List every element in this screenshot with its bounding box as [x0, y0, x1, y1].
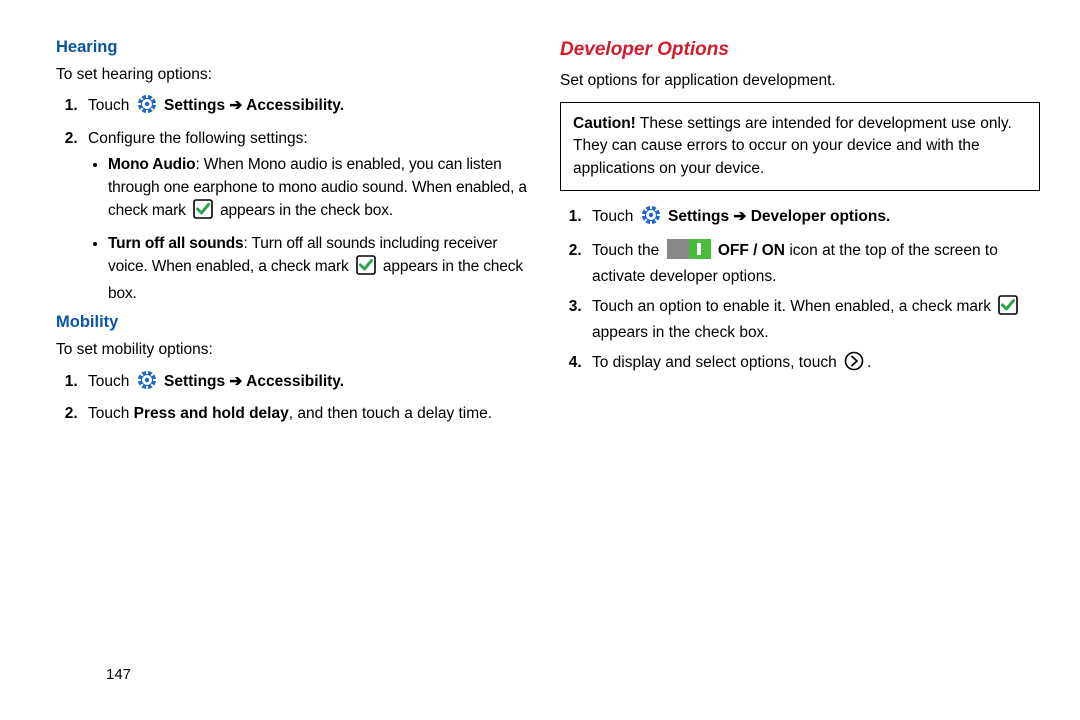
settings-gear-icon [641, 205, 661, 232]
mobility-intro: To set mobility options: [56, 339, 536, 361]
developer-options-heading: Developer Options [560, 36, 1040, 64]
bullet-label: Turn off all sounds [108, 235, 244, 252]
caution-text: These settings are intended for developm… [573, 115, 1012, 177]
hearing-bullet-sounds: Turn off all sounds: Turn off all sounds… [108, 233, 536, 305]
step-bold: Press and hold delay [134, 405, 289, 422]
settings-gear-icon [137, 94, 157, 121]
dev-step-3: Touch an option to enable it. When enabl… [586, 295, 1040, 345]
developer-intro: Set options for application development. [560, 70, 1040, 92]
developer-steps: Touch Settings ➔ Developer options. Touc… [578, 205, 1040, 378]
checkmark-icon [998, 295, 1018, 322]
page-number: 147 [106, 664, 131, 686]
step-text: Touch the [592, 242, 664, 259]
dev-step-1: Touch Settings ➔ Developer options. [586, 205, 1040, 232]
bullet-text: appears in the check box. [216, 202, 393, 219]
caution-label: Caution! [573, 115, 636, 132]
on-off-toggle-icon [667, 239, 711, 266]
step-path: Settings ➔ Accessibility. [164, 97, 344, 114]
step-text: , and then touch a delay time. [289, 405, 492, 422]
circle-arrow-icon [844, 351, 864, 378]
step-text: Configure the following settings: [88, 130, 308, 147]
settings-gear-icon [137, 370, 157, 397]
bullet-label: Mono Audio [108, 156, 195, 173]
step-text: Touch [88, 97, 134, 114]
step-path: Settings ➔ Accessibility. [164, 373, 344, 390]
hearing-step-2: Configure the following settings: Mono A… [82, 128, 536, 305]
mobility-steps: Touch Settings ➔ Accessibility. Touch Pr… [74, 370, 536, 426]
hearing-step-1: Touch Settings ➔ Accessibility. [82, 94, 536, 121]
hearing-intro: To set hearing options: [56, 64, 536, 86]
step-text: To display and select options, touch [592, 354, 841, 371]
step-text: Touch an option to enable it. When enabl… [592, 298, 995, 315]
caution-box: Caution! These settings are intended for… [560, 102, 1040, 191]
step-text: Touch [592, 208, 638, 225]
dev-step-4: To display and select options, touch . [586, 351, 1040, 378]
toggle-label: OFF / ON [718, 242, 785, 259]
checkmark-icon [193, 199, 213, 226]
right-column: Developer Options Set options for applic… [560, 36, 1040, 431]
step-text: Touch [88, 373, 134, 390]
step-text: Touch [88, 405, 134, 422]
dev-step-2: Touch the OFF / ON icon at the top of th… [586, 239, 1040, 289]
hearing-heading: Hearing [56, 36, 536, 60]
step-text: appears in the check box. [592, 324, 769, 341]
hearing-bullet-mono: Mono Audio: When Mono audio is enabled, … [108, 154, 536, 226]
hearing-steps: Touch Settings ➔ Accessibility. Configur… [74, 94, 536, 305]
step-path: Settings ➔ Developer options. [668, 208, 890, 225]
mobility-step-1: Touch Settings ➔ Accessibility. [82, 370, 536, 397]
left-column: Hearing To set hearing options: Touch Se… [56, 36, 536, 431]
mobility-heading: Mobility [56, 311, 536, 335]
mobility-step-2: Touch Press and hold delay, and then tou… [82, 403, 536, 425]
checkmark-icon [356, 255, 376, 282]
